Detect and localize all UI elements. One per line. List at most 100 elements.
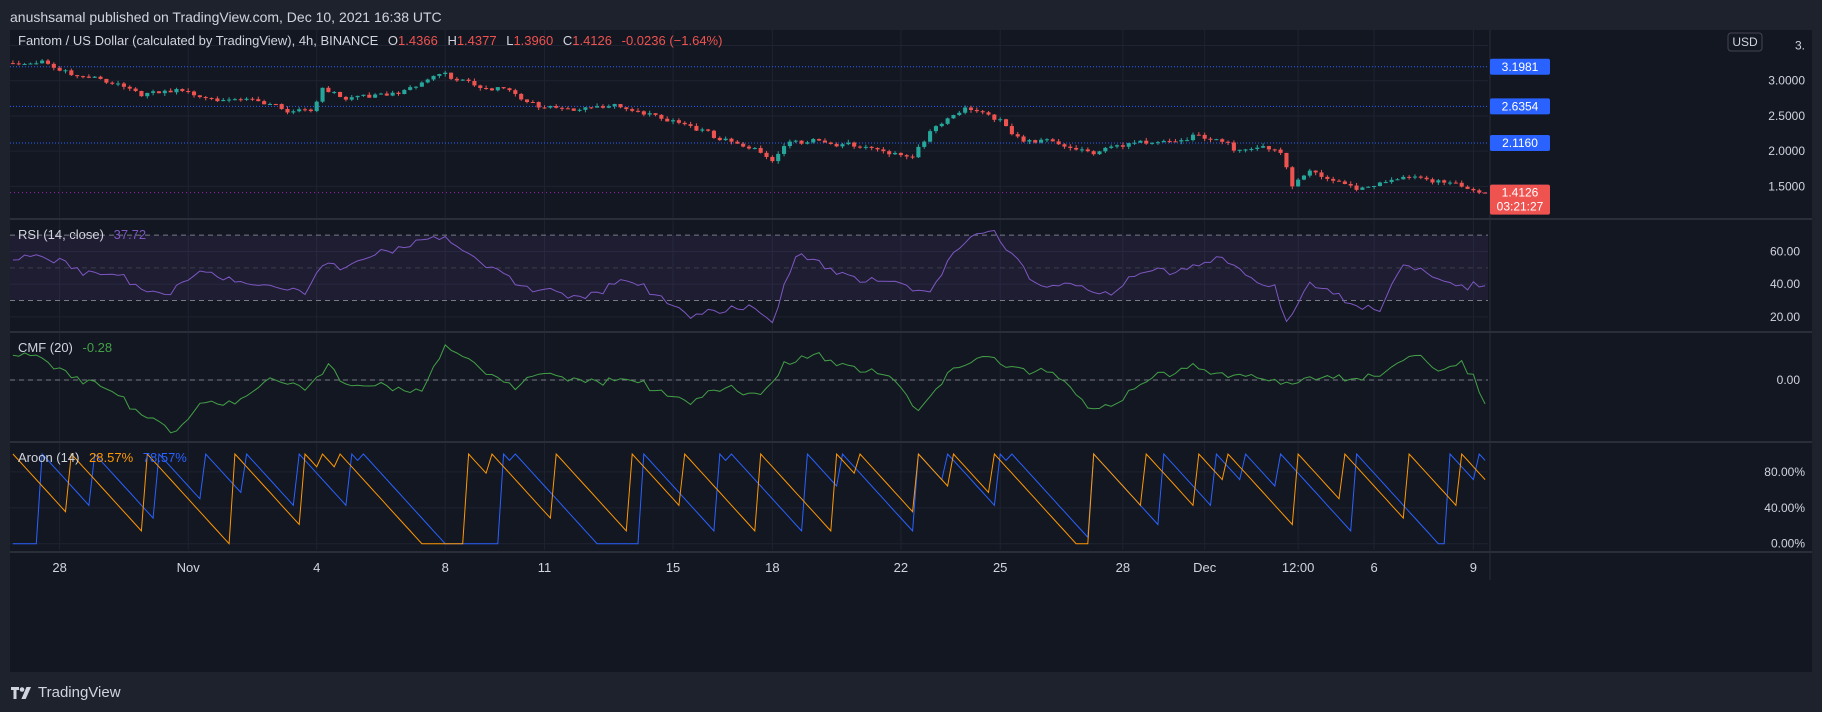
aroon-down-value: 28.57%	[89, 450, 134, 465]
aroon-pane[interactable]	[12, 452, 1486, 545]
chart-canvas[interactable]: 3. 3.0000 2.5000 2.0000 1.5000 3.1981 2.6354 2.…	[10, 30, 1812, 672]
candle-body	[1249, 148, 1254, 150]
candle-body	[507, 88, 512, 91]
candle-body	[1085, 149, 1090, 152]
candle-body	[1231, 142, 1236, 151]
candle-body	[1301, 175, 1307, 180]
candle-body	[1103, 147, 1108, 152]
candle-body	[1261, 146, 1266, 148]
candle-body	[606, 106, 611, 108]
time-axis: 28 Nov 4 8 11 15 18 22 25 28 Dec 12:00 6 9	[52, 560, 1477, 575]
candle-body	[834, 144, 839, 147]
candle-body	[343, 96, 348, 100]
candle-body	[1185, 140, 1190, 142]
low-value: 1.3960	[513, 33, 553, 48]
candle-body	[425, 79, 430, 83]
candle-body	[1167, 140, 1172, 142]
rsi-pane[interactable]	[10, 229, 1488, 324]
price-tick-label: 3.	[1795, 39, 1805, 53]
chart-frame[interactable]: 3. 3.0000 2.5000 2.0000 1.5000 3.1981 2.6354 2.…	[10, 30, 1812, 672]
candle-body	[1114, 145, 1120, 147]
price-tick-label: 3.0000	[1768, 74, 1805, 88]
candle-body	[209, 97, 214, 99]
candle-body	[548, 105, 553, 108]
candle-body	[250, 98, 255, 100]
candle-body	[495, 87, 500, 91]
level-price-tag: 2.1160	[1502, 136, 1538, 150]
candle-body	[302, 109, 308, 111]
candle-body	[1348, 183, 1353, 186]
candle-body	[1401, 176, 1406, 180]
open-value: 1.4366	[398, 33, 438, 48]
candle-body	[273, 103, 278, 105]
candle-body	[162, 90, 167, 94]
candle-body	[840, 144, 845, 147]
candle-body	[355, 95, 360, 98]
candle-body	[536, 102, 541, 108]
candle-body	[145, 92, 150, 97]
candle-body	[1237, 149, 1242, 151]
time-axis-label: 22	[894, 560, 908, 575]
candle-body	[314, 101, 319, 112]
aroon-legend[interactable]: Aroon (14) 28.57% 78.57%	[18, 450, 187, 465]
brand-name: TradingView	[38, 684, 121, 701]
candle-body	[1453, 182, 1458, 184]
candle-body	[618, 104, 623, 108]
candle-body	[530, 102, 535, 104]
candle-body	[1138, 140, 1143, 143]
candle-body	[34, 63, 39, 65]
candle-body	[1266, 146, 1271, 150]
currency-label: USD	[1732, 35, 1758, 49]
aroon-up-value: 78.57%	[143, 450, 188, 465]
aroon-tick-label: 80.00%	[1764, 465, 1805, 479]
candle-body	[519, 93, 524, 100]
candle-body	[524, 99, 530, 103]
candle-body	[1459, 182, 1464, 187]
candle-body	[1319, 172, 1324, 177]
candle-body	[238, 99, 243, 101]
candle-body	[1354, 185, 1359, 190]
candle-body	[1074, 147, 1079, 150]
candle-body	[922, 141, 927, 147]
candle-body	[373, 94, 378, 98]
candle-body	[279, 104, 284, 110]
cmf-legend[interactable]: CMF (20) -0.28	[18, 340, 112, 355]
candle-body	[963, 107, 968, 113]
candle-body	[1418, 176, 1423, 178]
candle-body	[782, 146, 787, 154]
candle-body	[1079, 149, 1085, 151]
candle-body	[443, 72, 448, 75]
currency-badge[interactable]: USD	[1727, 32, 1763, 52]
candle-body	[197, 95, 202, 98]
candle-body	[1033, 140, 1038, 143]
candle-body	[817, 139, 822, 141]
candle-body	[454, 78, 459, 81]
candle-body	[554, 105, 559, 108]
candlestick-chart[interactable]	[10, 58, 1488, 195]
candle-body	[378, 93, 384, 95]
candle-body	[1278, 149, 1283, 153]
candle-body	[898, 152, 903, 156]
candle-body	[1360, 187, 1365, 190]
candle-body	[1126, 143, 1131, 147]
candle-body	[1284, 152, 1289, 168]
candle-body	[828, 142, 833, 145]
candle-body	[717, 137, 722, 141]
candle-body	[787, 141, 792, 147]
open-label: O	[388, 33, 398, 48]
candle-body	[758, 148, 763, 153]
candle-body	[910, 156, 915, 158]
candle-body	[793, 140, 798, 142]
candle-body	[852, 142, 857, 147]
cmf-pane[interactable]	[10, 344, 1488, 434]
footer-brand[interactable]: TradingView	[10, 684, 121, 701]
candle-body	[466, 79, 471, 81]
candle-body	[560, 107, 565, 109]
candle-body	[1050, 139, 1055, 142]
rsi-legend[interactable]: RSI (14, close) 37.72	[18, 227, 146, 242]
candle-body	[110, 82, 115, 84]
candle-body	[928, 131, 933, 142]
candle-body	[1009, 126, 1014, 135]
candle-body	[746, 146, 752, 149]
candle-body	[349, 97, 354, 100]
